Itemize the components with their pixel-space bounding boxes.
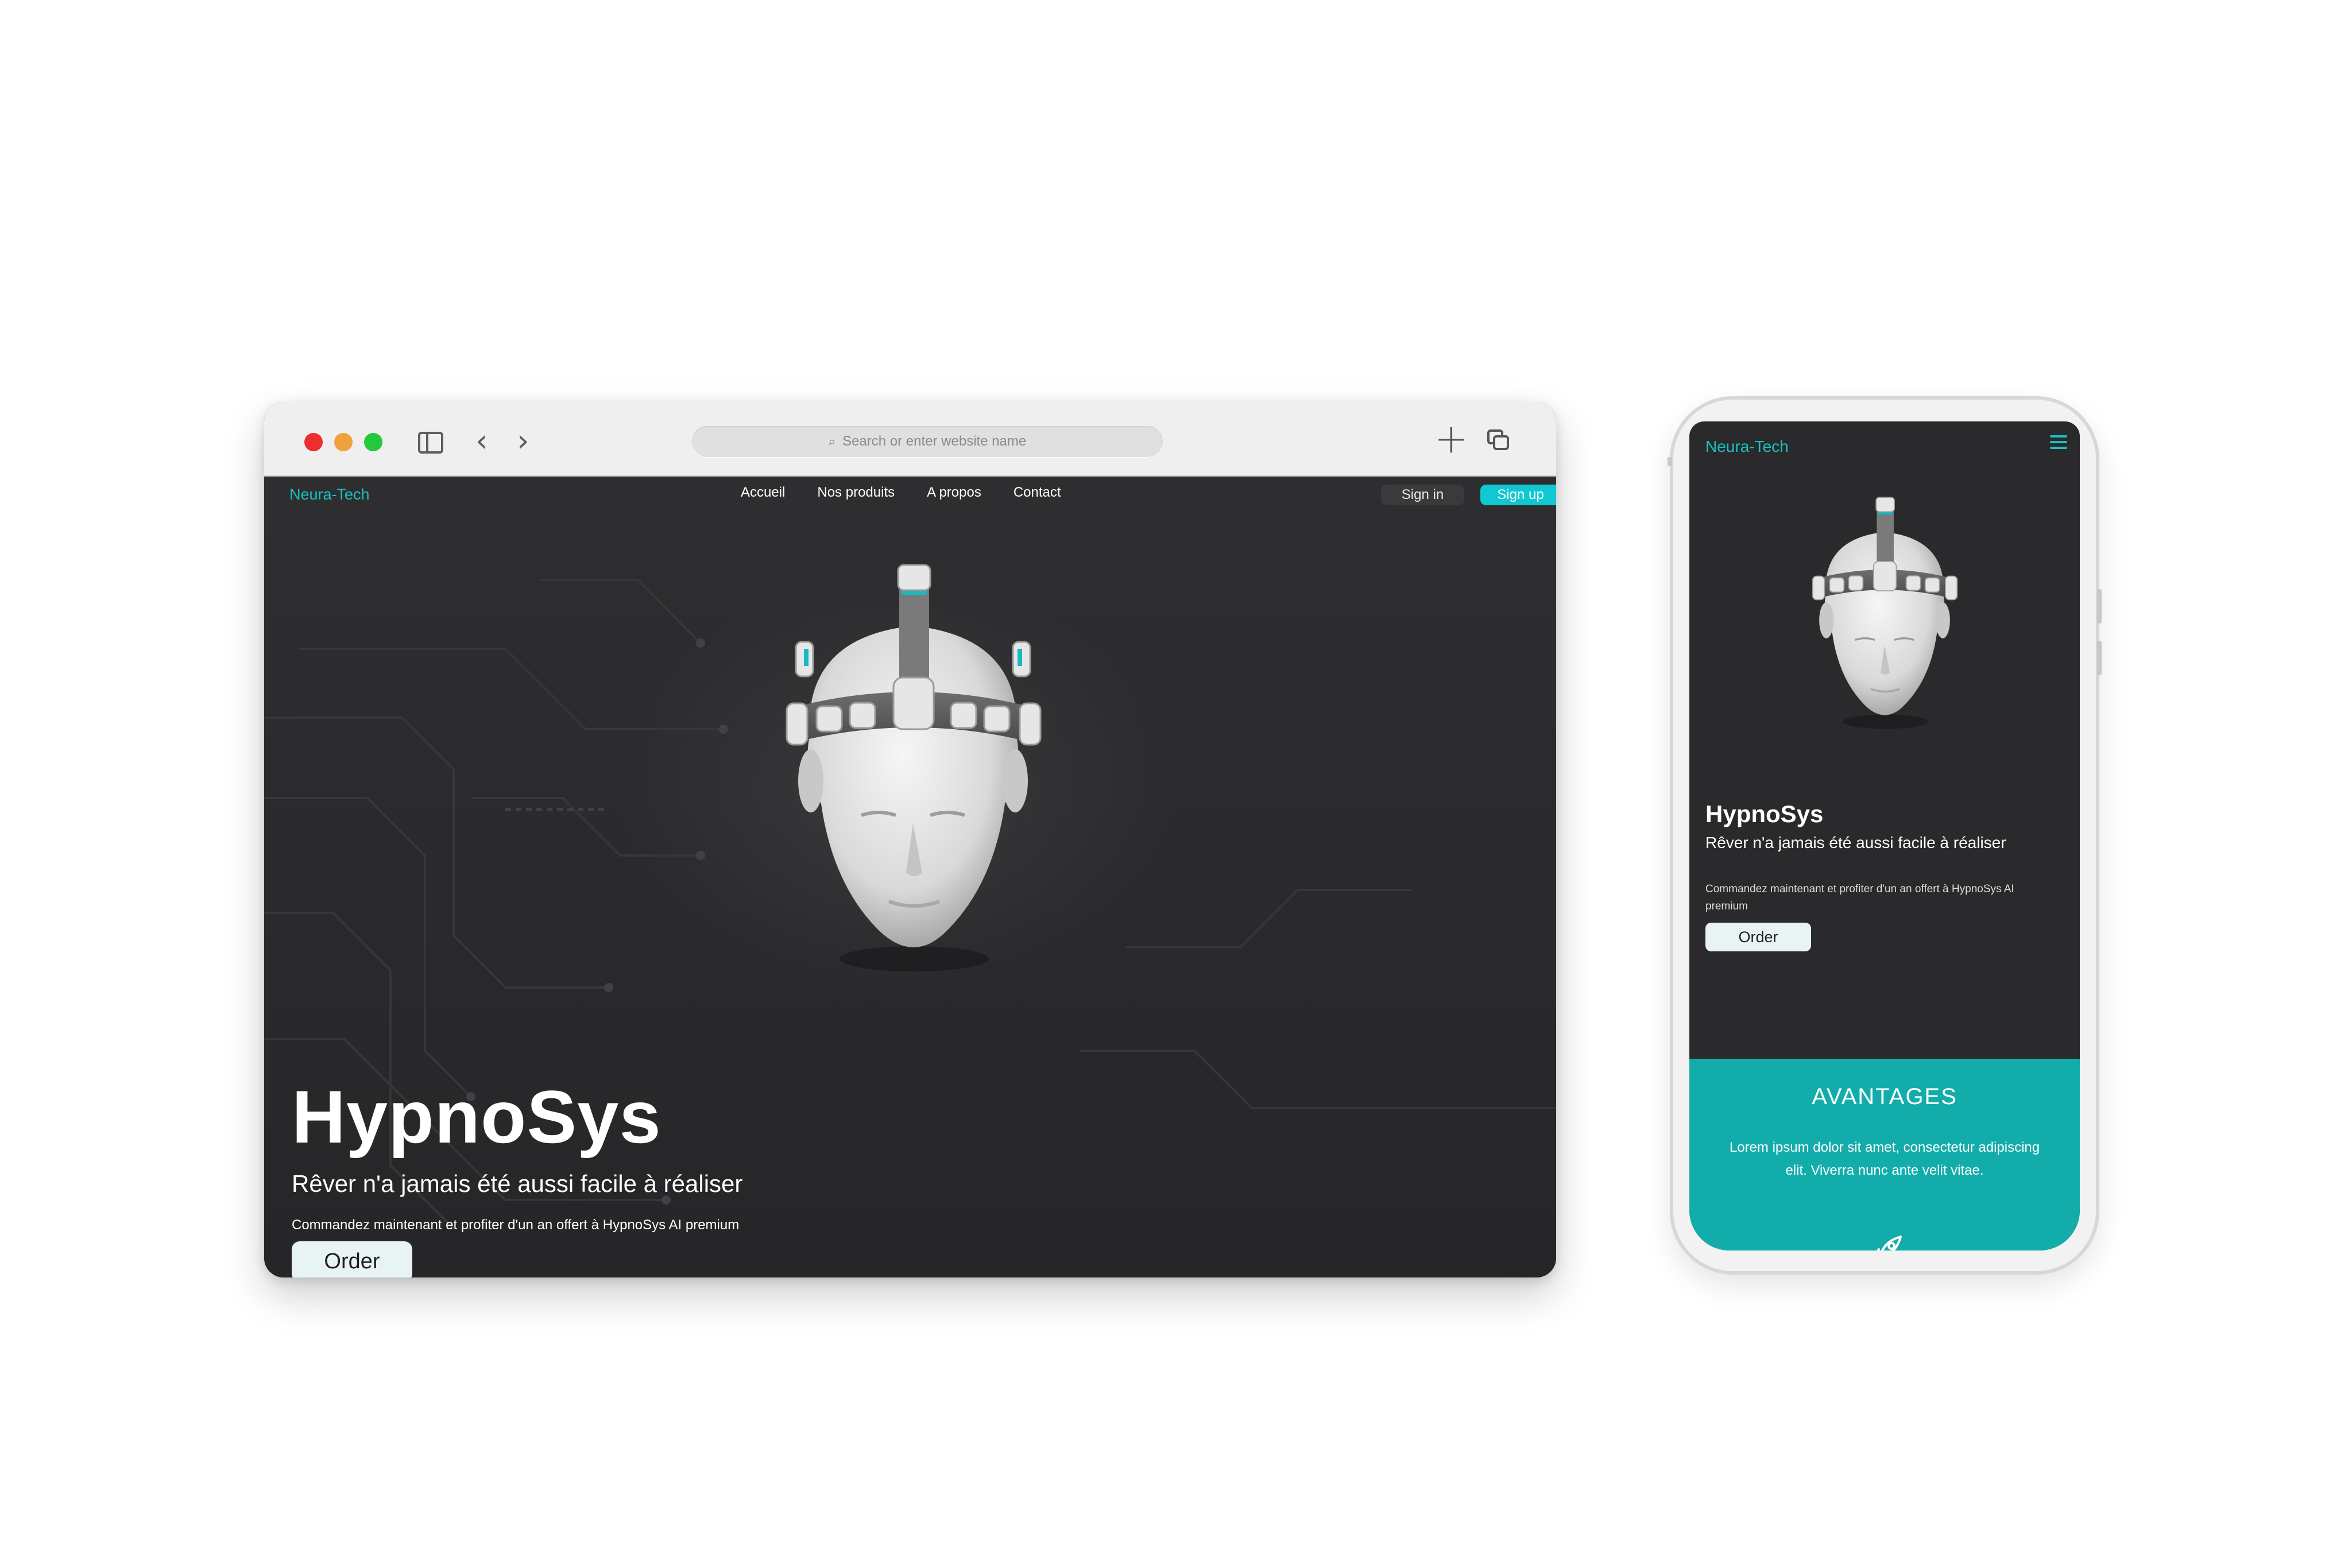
phone-side-button [2097, 641, 2102, 675]
search-icon: ⌕ [828, 434, 836, 449]
back-icon[interactable]: ‹ [475, 425, 488, 456]
hero-subtext: Commandez maintenant et profiter d'un an… [292, 1217, 740, 1233]
mobile-screen: Neura-Tech HypnoSys Rêver n'a jamais été… [1689, 421, 2080, 1250]
new-tab-icon[interactable]: + [1434, 419, 1468, 459]
sign-up-button[interactable]: Sign up [1480, 485, 1556, 505]
order-button[interactable]: Order [292, 1241, 412, 1277]
nav-item-nos-produits[interactable]: Nos produits [817, 485, 895, 501]
minimize-window-button[interactable] [334, 433, 353, 451]
desktop-browser-mockup: ‹ › ⌕ Search or enter website name + Neu… [264, 402, 1556, 1277]
phone-side-button [1668, 457, 1672, 466]
avantages-section: AVANTAGES Lorem ipsum dolor sit amet, co… [1689, 1059, 2080, 1250]
hero-tagline: Rêver n'a jamais été aussi facile à réal… [292, 1170, 743, 1197]
sign-in-button[interactable]: Sign in [1381, 485, 1464, 505]
eeg-headset-product-image [786, 564, 1042, 971]
avantages-title: AVANTAGES [1812, 1084, 1958, 1109]
nav-item-contact[interactable]: Contact [1013, 485, 1061, 501]
close-window-button[interactable] [304, 433, 323, 451]
avantages-body: Lorem ipsum dolor sit amet, consectetur … [1729, 1140, 2040, 1178]
website-page: Neura-Tech Accueil Nos produits A propos… [264, 477, 1556, 1277]
tabs-icon[interactable] [1487, 429, 1514, 455]
address-bar[interactable]: ⌕ Search or enter website name [692, 426, 1163, 457]
hamburger-menu-icon[interactable] [2050, 435, 2067, 452]
eeg-headset-product-image [1812, 497, 1958, 729]
brand-logo[interactable]: Neura-Tech [289, 486, 370, 504]
address-placeholder: Search or enter website name [842, 433, 1027, 449]
maximize-window-button[interactable] [364, 433, 382, 451]
mobile-hero-tagline: Rêver n'a jamais été aussi facile à réal… [1705, 834, 2006, 851]
phone-mockup: Neura-Tech HypnoSys Rêver n'a jamais été… [1668, 396, 2102, 1275]
sidebar-toggle-icon[interactable] [418, 432, 443, 454]
mobile-hero-subtext: Commandez maintenant et profiter d'un an… [1705, 883, 2014, 912]
main-navigation: Accueil Nos produits A propos Contact [741, 485, 1061, 501]
mobile-brand-logo[interactable]: Neura-Tech [1705, 438, 1789, 456]
nav-item-a-propos[interactable]: A propos [927, 485, 981, 501]
rocket-icon [1877, 1236, 1902, 1250]
phone-side-button [2097, 589, 2102, 624]
browser-toolbar: ‹ › ⌕ Search or enter website name + [264, 402, 1556, 477]
mobile-hero-title: HypnoSys [1705, 800, 1824, 827]
nav-item-accueil[interactable]: Accueil [741, 485, 785, 501]
hero-title: HypnoSys [292, 1075, 662, 1159]
mobile-order-button[interactable]: Order [1705, 923, 1811, 951]
forward-icon[interactable]: › [517, 425, 529, 456]
